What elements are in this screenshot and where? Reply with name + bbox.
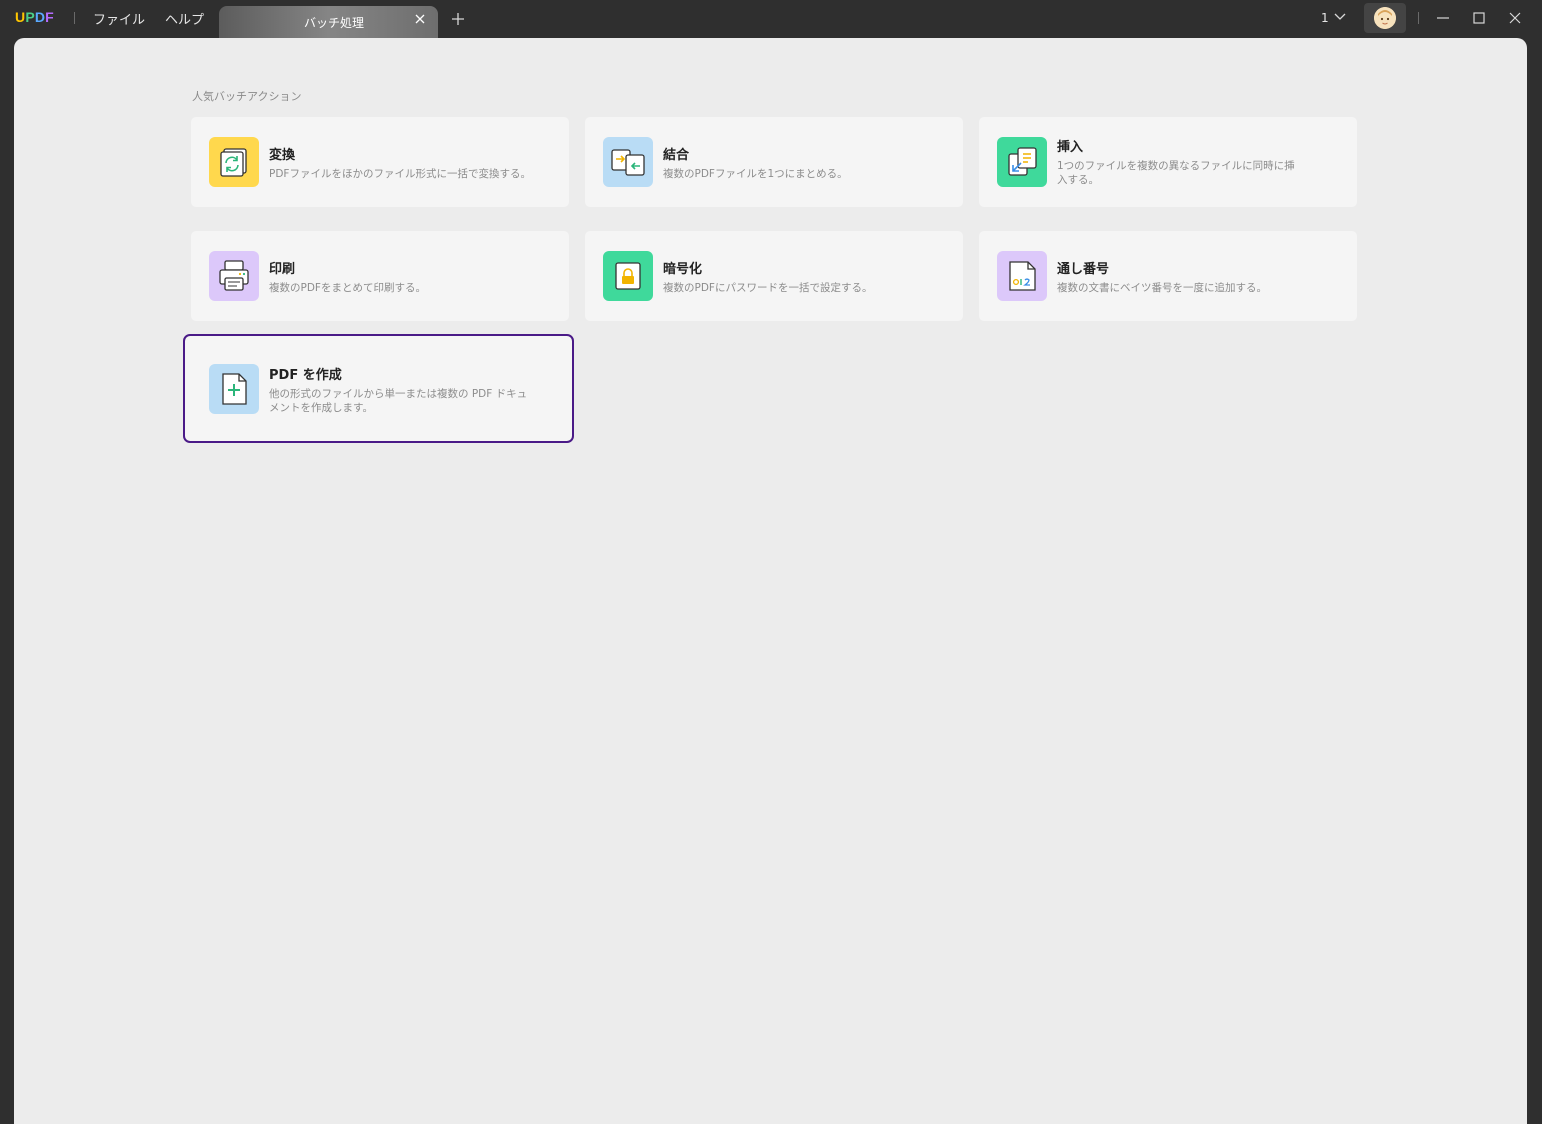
- bates-number-icon: [997, 251, 1047, 301]
- create-pdf-icon: [209, 364, 259, 414]
- card-title: 印刷: [269, 262, 296, 277]
- batch-card-bates-number[interactable]: 通し番号 複数の文書にベイツ番号を一度に追加する。: [979, 231, 1357, 321]
- minimize-icon[interactable]: [1436, 11, 1450, 25]
- tab-label: バッチ処理: [304, 16, 365, 30]
- batch-panel: 人気バッチアクション 変換 PDFファイルをほかのファイル形式に一括で変換する。: [14, 38, 1527, 1124]
- logo-letter-d: D: [34, 9, 46, 25]
- card-description: 1つのファイルを複数の異なるファイルに同時に挿入する。: [1057, 160, 1295, 186]
- window-count[interactable]: 1: [1321, 11, 1329, 25]
- print-icon: [209, 251, 259, 301]
- maximize-icon[interactable]: [1472, 11, 1486, 25]
- menu-help[interactable]: ヘルプ: [165, 9, 204, 28]
- chevron-down-icon[interactable]: [1334, 12, 1346, 22]
- card-title: 暗号化: [663, 262, 703, 277]
- card-description: 複数の文書にベイツ番号を一度に追加する。: [1057, 282, 1267, 294]
- card-description: 他の形式のファイルから単一または複数の PDF ドキュメントを作成します。: [269, 388, 528, 414]
- convert-icon: [209, 137, 259, 187]
- window-controls-divider: [1418, 12, 1419, 24]
- title-bar: UPDF ファイル ヘルプ バッチ処理 1: [0, 0, 1542, 38]
- batch-card-create-pdf[interactable]: PDF を作成 他の形式のファイルから単一または複数の PDF ドキュメントを作…: [183, 334, 574, 443]
- logo-letter-u: U: [15, 9, 26, 25]
- lock-icon: [603, 251, 653, 301]
- batch-card-print[interactable]: 印刷 複数のPDFをまとめて印刷する。: [191, 231, 569, 321]
- logo-letter-p: P: [25, 9, 35, 25]
- section-title: 人気バッチアクション: [192, 90, 302, 103]
- insert-icon: [997, 137, 1047, 187]
- card-description: 複数のPDFにパスワードを一括で設定する。: [663, 282, 873, 294]
- card-description: 複数のPDFをまとめて印刷する。: [269, 282, 426, 294]
- batch-card-combine[interactable]: 結合 複数のPDFファイルを1つにまとめる。: [585, 117, 963, 207]
- close-tab-icon[interactable]: [415, 14, 425, 24]
- logo-letter-f: F: [45, 9, 54, 25]
- tab-batch-processing[interactable]: バッチ処理: [219, 6, 438, 38]
- account-button[interactable]: [1364, 3, 1406, 33]
- card-description: 複数のPDFファイルを1つにまとめる。: [663, 168, 848, 180]
- card-title: 通し番号: [1057, 262, 1110, 277]
- combine-icon: [603, 137, 653, 187]
- card-title: 変換: [269, 148, 296, 163]
- menu-divider: [74, 12, 75, 24]
- batch-card-convert[interactable]: 変換 PDFファイルをほかのファイル形式に一括で変換する。: [191, 117, 569, 207]
- app-logo: UPDF: [15, 9, 54, 25]
- card-title: PDF を作成: [269, 368, 342, 383]
- close-window-icon[interactable]: [1508, 11, 1522, 25]
- new-tab-plus-icon[interactable]: [452, 13, 464, 25]
- batch-card-insert[interactable]: 挿入 1つのファイルを複数の異なるファイルに同時に挿入する。: [979, 117, 1357, 207]
- card-title: 結合: [663, 148, 690, 163]
- batch-card-encrypt[interactable]: 暗号化 複数のPDFにパスワードを一括で設定する。: [585, 231, 963, 321]
- menu-file[interactable]: ファイル: [93, 9, 145, 28]
- card-description: PDFファイルをほかのファイル形式に一括で変換する。: [269, 168, 531, 180]
- avatar: [1374, 7, 1396, 29]
- card-title: 挿入: [1057, 140, 1084, 155]
